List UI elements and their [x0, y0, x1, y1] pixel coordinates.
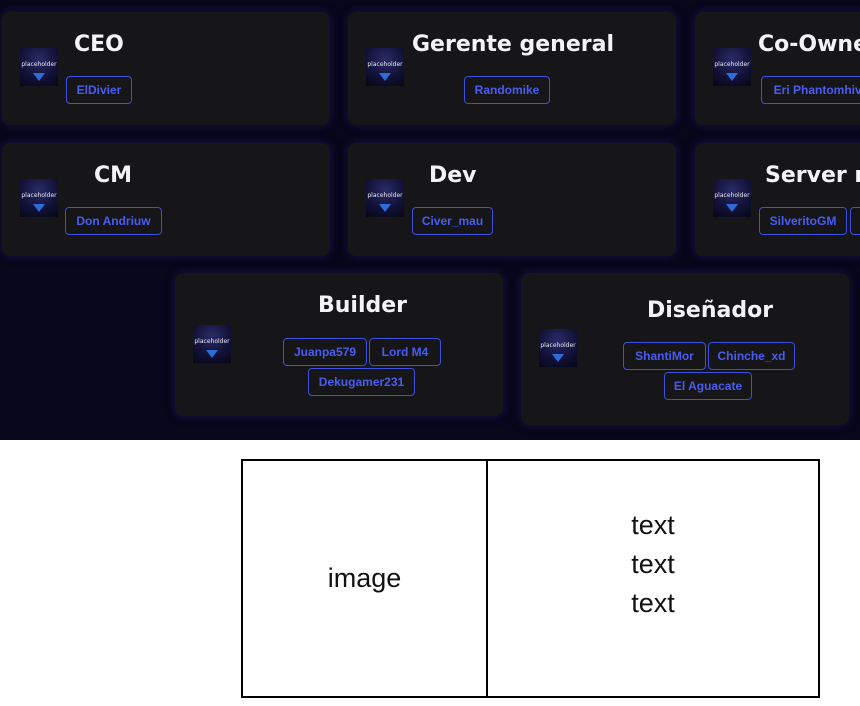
bird-icon	[552, 354, 564, 362]
role-card-dev: placeholder Dev Civer_mau	[348, 143, 676, 256]
wireframe-text-line: text	[631, 588, 675, 618]
role-title: Builder	[318, 293, 408, 318]
layout-wireframe: image text text text	[241, 459, 820, 698]
avatar: placeholder	[713, 48, 751, 86]
bird-icon	[33, 73, 45, 81]
wireframe-text-line: text	[631, 510, 675, 540]
member-chip[interactable]: El Aguacate	[664, 372, 752, 400]
member-chip[interactable]: Don Andriuw	[65, 207, 162, 235]
role-card-disenador: placeholder Diseñador ShantiMor Chinche_…	[521, 273, 849, 425]
bird-icon	[33, 204, 45, 212]
role-title: CEO	[74, 32, 124, 57]
role-card-gerente-general: placeholder Gerente general Randomike	[348, 12, 676, 125]
avatar-placeholder-text: placeholder	[367, 192, 403, 199]
avatar: placeholder	[366, 48, 404, 86]
role-title: Co-Owne	[758, 32, 860, 57]
role-title: Gerente general	[412, 32, 614, 57]
role-card-co-owner: placeholder Co-Owne Eri Phantomhive	[695, 12, 860, 125]
avatar: placeholder	[20, 179, 58, 217]
role-title: Server m	[765, 163, 860, 188]
avatar: placeholder	[713, 179, 751, 217]
avatar: placeholder	[539, 329, 577, 367]
wireframe-image-label: image	[327, 563, 402, 593]
role-title: Dev	[429, 163, 477, 188]
bird-icon	[379, 73, 391, 81]
member-chip[interactable]: SilveritoGM	[759, 207, 847, 235]
avatar: placeholder	[366, 179, 404, 217]
member-chip[interactable]	[850, 207, 860, 235]
role-card-builder: placeholder Builder Juanpa579 Lord M4 De…	[175, 273, 503, 416]
member-chip[interactable]: Civer_mau	[412, 207, 493, 235]
wireframe-image-box: image	[243, 461, 486, 696]
member-chip[interactable]: Randomike	[464, 76, 550, 104]
bird-icon	[726, 73, 738, 81]
avatar-placeholder-text: placeholder	[194, 338, 230, 345]
member-chip[interactable]: Eri Phantomhive	[761, 76, 860, 104]
avatar-placeholder-text: placeholder	[540, 342, 576, 349]
bird-icon	[206, 350, 218, 358]
role-title: Diseñador	[647, 298, 774, 323]
member-chip[interactable]: Lord M4	[369, 338, 441, 366]
avatar-placeholder-text: placeholder	[714, 192, 750, 199]
bird-icon	[726, 204, 738, 212]
avatar: placeholder	[193, 325, 231, 363]
member-chip[interactable]: ElDivier	[66, 76, 132, 104]
wireframe-text-box: text text text	[488, 506, 818, 623]
role-card-cm: placeholder CM Don Andriuw	[2, 143, 330, 256]
role-title: CM	[94, 163, 133, 188]
bird-icon	[379, 204, 391, 212]
avatar-placeholder-text: placeholder	[21, 61, 57, 68]
avatar-placeholder-text: placeholder	[714, 61, 750, 68]
role-card-server-manager: placeholder Server m SilveritoGM	[695, 143, 860, 256]
avatar-placeholder-text: placeholder	[21, 192, 57, 199]
member-chip[interactable]: Chinche_xd	[708, 342, 795, 370]
member-chip[interactable]: ShantiMor	[623, 342, 706, 370]
member-chip[interactable]: Dekugamer231	[308, 368, 415, 396]
wireframe-text-line: text	[631, 549, 675, 579]
member-chip[interactable]: Juanpa579	[283, 338, 367, 366]
role-card-ceo: placeholder CEO ElDivier	[2, 12, 330, 125]
staff-section: placeholder CEO ElDivier placeholder Ger…	[0, 0, 860, 440]
avatar-placeholder-text: placeholder	[367, 61, 403, 68]
avatar: placeholder	[20, 48, 58, 86]
